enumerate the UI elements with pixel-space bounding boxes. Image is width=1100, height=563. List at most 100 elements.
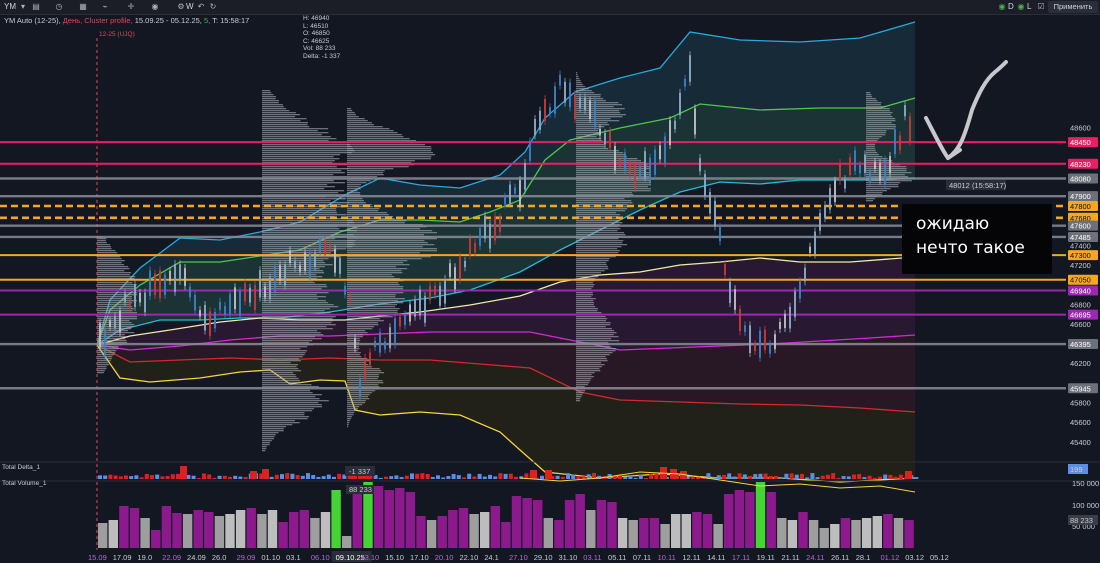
delta-bar — [191, 475, 196, 479]
volume-profile-bar — [866, 138, 880, 140]
document-icon[interactable]: ▤ — [31, 2, 41, 12]
volume-profile-bar — [262, 176, 348, 178]
volume-profile-bar — [576, 114, 626, 116]
volume-bar — [755, 482, 766, 548]
volume-profile-bar — [576, 398, 581, 400]
volume-profile-bar — [262, 146, 352, 148]
indicator-d[interactable]: D — [1008, 0, 1014, 14]
settings-icon[interactable]: ⚙ — [176, 2, 186, 12]
candle-body — [684, 78, 686, 87]
candle-body — [424, 296, 426, 323]
delta-pane-label: Total Delta_1 — [2, 464, 40, 471]
delta-bar — [789, 473, 794, 479]
chart-type-icon[interactable]: ⌁ — [100, 2, 110, 12]
candle-body — [549, 107, 551, 114]
candle-body — [349, 294, 351, 302]
volume-profile-bar — [576, 110, 620, 112]
refresh-icon[interactable]: ↻ — [208, 2, 218, 12]
undo-icon[interactable]: ↶ — [196, 2, 206, 12]
w-label[interactable]: W — [186, 0, 194, 14]
volume-profile-bar — [97, 316, 137, 318]
indicator-l[interactable]: L — [1027, 0, 1031, 14]
volume-profile-bar — [347, 110, 353, 112]
candle-body — [749, 325, 751, 354]
delta-bar — [576, 476, 581, 479]
volume-profile-bar — [347, 298, 405, 300]
timeframe-icon[interactable]: ◷ — [54, 2, 64, 12]
candle-body — [899, 135, 901, 151]
calendar-icon[interactable]: ▦ — [78, 2, 88, 12]
x-axis-label: 29.10 — [534, 553, 553, 562]
volume-profile-bar — [347, 274, 392, 276]
volume-bar — [278, 522, 288, 548]
volume-profile-bar — [576, 244, 627, 246]
volume-profile-bar — [576, 304, 594, 306]
volume-profile-bar — [576, 220, 620, 222]
x-axis-label: 03.1 — [286, 553, 301, 562]
volume-profile-bar — [347, 134, 402, 136]
volume-bar — [501, 522, 511, 548]
volume-profile-bar — [347, 394, 370, 396]
volume-profile-bar — [262, 450, 266, 452]
x-axis-label: 15.09 — [88, 553, 107, 562]
volume-profile-bar — [262, 158, 340, 160]
candle-body — [769, 344, 771, 354]
delta-bar — [831, 473, 836, 479]
candle-body — [754, 344, 756, 351]
volume-profile-bar — [576, 232, 625, 234]
volume-profile-bar — [262, 406, 322, 408]
candle-body — [624, 152, 626, 171]
x-axis-label: 22.10 — [459, 553, 478, 562]
volume-profile-bar — [576, 272, 601, 274]
apply-button[interactable]: Применить — [1048, 1, 1098, 13]
eye-icon[interactable]: ◉ — [150, 2, 160, 12]
volume-profile-bar — [576, 352, 613, 354]
volume-profile-bar — [347, 158, 431, 160]
candle-body — [309, 251, 311, 279]
crosshair-icon[interactable]: ✛ — [126, 2, 136, 12]
volume-profile-bar — [576, 366, 602, 368]
volume-profile-bar — [97, 334, 125, 336]
x-axis-label: 13.10 — [360, 553, 379, 562]
volume-profile-bar — [262, 112, 296, 114]
checkbox-icon[interactable]: ☑ — [1036, 2, 1046, 12]
symbol-label[interactable]: YM — [4, 0, 16, 14]
volume-profile-bar — [576, 322, 611, 324]
volume-bar — [151, 530, 161, 548]
volume-profile-bar — [347, 360, 370, 362]
price-level-label: 46395 — [1070, 340, 1091, 349]
volume-profile-bar — [866, 124, 896, 126]
volume-profile-bar — [866, 152, 878, 154]
volume-profile-bar — [262, 96, 276, 98]
volume-profile-bar — [347, 294, 396, 296]
volume-profile-bar — [347, 406, 360, 408]
candle-body — [374, 340, 376, 347]
volume-profile-bar — [347, 120, 368, 122]
delta-bar — [243, 477, 248, 479]
volume-profile-bar — [347, 138, 410, 140]
price-chart[interactable]: 4845048230480804790047800476804760047485… — [0, 0, 1100, 563]
dropdown-chevron-icon[interactable]: ▾ — [18, 2, 28, 12]
volume-profile-bar — [347, 198, 363, 200]
volume-profile-bar — [347, 426, 349, 428]
volume-profile-bar — [262, 174, 334, 176]
price-level-label: 47050 — [1070, 276, 1091, 285]
delta-bar — [628, 475, 633, 479]
volume-bar — [182, 514, 193, 548]
volume-profile-bar — [262, 354, 305, 356]
volume-profile-bar — [576, 222, 623, 224]
volume-profile-bar — [347, 288, 404, 290]
volume-profile-bar — [262, 170, 342, 172]
volume-profile-bar — [347, 188, 361, 190]
delta-bar — [316, 477, 321, 479]
delta-bar — [810, 473, 815, 479]
candle-body — [649, 157, 651, 182]
volume-bar — [702, 514, 713, 548]
volume-profile-bar — [262, 198, 346, 200]
x-axis-label: 22.09 — [162, 553, 181, 562]
volume-profile-bar — [347, 114, 356, 116]
candle-body — [794, 291, 796, 318]
volume-profile-bar — [262, 424, 293, 426]
candle-body — [544, 99, 546, 122]
volume-bar — [395, 488, 405, 548]
